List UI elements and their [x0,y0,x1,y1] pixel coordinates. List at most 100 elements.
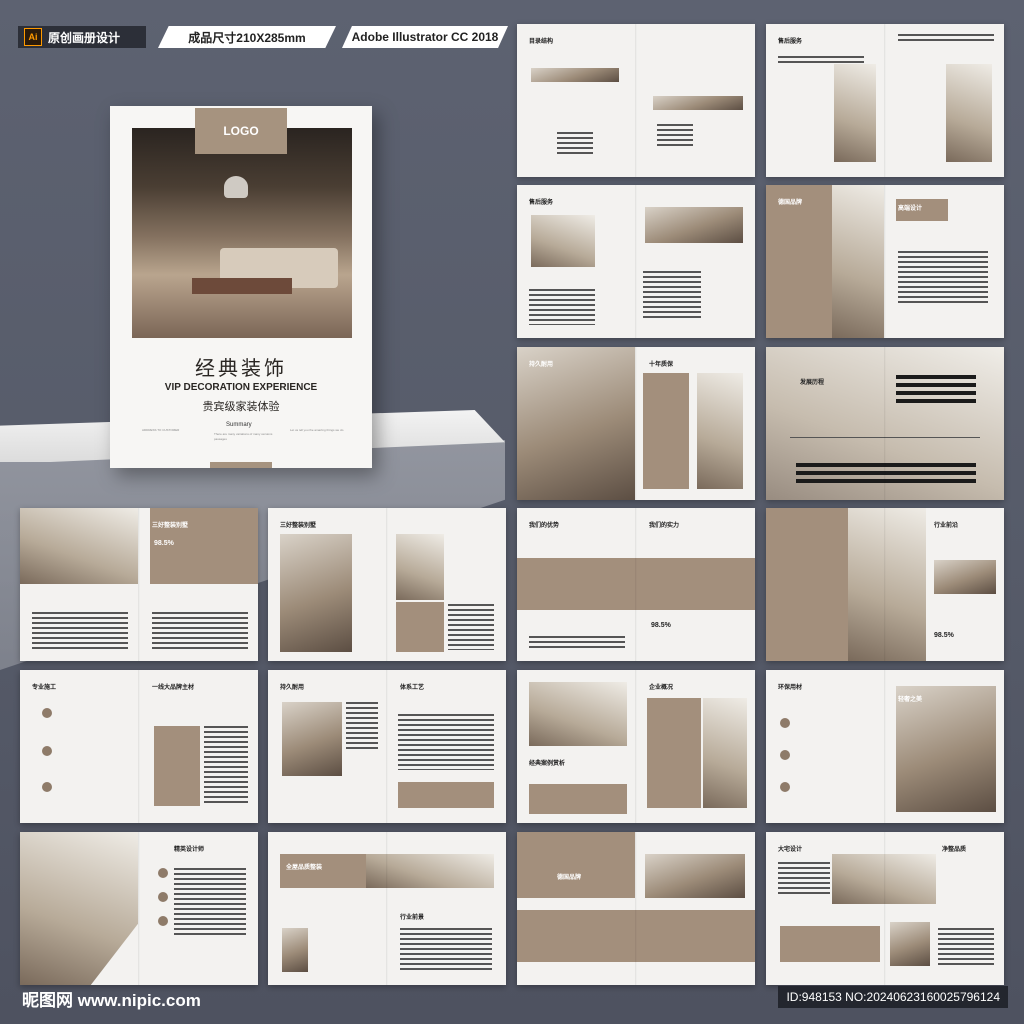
spread-photo [20,832,138,985]
spread-photo [834,64,876,162]
spread-photo [396,534,444,600]
spread-photo [366,854,494,888]
spread-title: 德国品牌 [557,875,582,881]
text-block [898,34,994,42]
spread-12: 持久耐用 体系工艺 [268,670,506,823]
text-block [346,702,378,752]
spread-title: 三好整装别墅 [280,523,317,529]
spread-title: 售后服务 [778,39,803,45]
tan-panel [766,185,832,338]
watermark-site: 昵图网 www.nipic.com [22,991,201,1010]
spread-photo [832,185,884,338]
spread-15: 精英设计师 [20,832,258,985]
tag1-label: 原创画册设计 [48,30,121,45]
tan-column [643,373,689,489]
feature-icon [780,782,790,792]
spread-photo [896,686,996,812]
spread-title-right: 高端设计 [898,206,923,212]
illustrator-icon: Ai [24,28,42,46]
text-block [204,726,248,806]
spread-18: 大宅设计 净整品质 [766,832,1004,985]
spread-photo [703,698,747,808]
spread-photo [280,534,352,652]
text-block [938,928,994,966]
spread-10: 行业前沿 98.5% [766,508,1004,661]
text-block [896,375,976,407]
spread-photo [697,373,743,489]
brochure-cover: LOGO 经典装饰 VIP DECORATION EXPERIENCE 贵宾级家… [110,106,372,468]
tan-block [396,602,444,652]
spread-title-right: 轻奢之美 [898,697,923,703]
cover-fine-left: ADDRESS TO CUSTOMER [142,428,180,432]
percent-stat: 98.5% [154,540,174,547]
spread-14: 环保用材 轻奢之美 [766,670,1004,823]
spread-photo [645,207,743,243]
spread-photo [848,508,926,661]
text-block [643,271,701,321]
feature-icon [780,718,790,728]
spread-photo [282,702,342,776]
spread-title: 全屋品质整装 [286,865,323,871]
tan-block [529,784,627,814]
spread-2: 售后服务 [766,24,1004,177]
spread-photo [282,928,308,972]
spread-title: 目录结构 [529,39,554,45]
tag3-label: Adobe Illustrator CC 2018 [351,30,499,44]
spread-photo [934,560,996,594]
tan-band [398,782,494,808]
tan-panel [517,832,635,898]
text-block [778,56,864,64]
cover-photo [132,128,352,338]
timeline-line [790,437,980,438]
spread-photo [645,854,745,898]
cover-fine-mid: There are many variations of many versio… [214,432,273,441]
spread-6: 发展历程 [766,347,1004,500]
spread-photo [946,64,992,162]
spread-photo [20,508,138,584]
spread-title-right: 净整品质 [942,847,967,853]
spread-7: 三好整装别墅 98.5% [20,508,258,661]
spread-title: 售后服务 [529,200,554,206]
spread-photo [531,215,595,267]
spread-photo [517,347,635,500]
spread-photo [529,682,627,746]
feature-icon [42,782,52,792]
feature-icon [42,708,52,718]
spread-title: 环保用材 [778,685,803,691]
spread-title: 发展历程 [800,380,825,386]
spread-title: 经典案例赏析 [529,761,566,767]
cover-logo: LOGO [195,108,287,154]
spread-photo [890,922,930,966]
spread-title: 德国品牌 [778,200,803,206]
tan-label-box [280,854,366,888]
tan-band [517,910,755,962]
spread-3: 售后服务 [517,185,755,338]
text-block [152,612,248,652]
spread-title: 大宅设计 [778,847,803,853]
percent-stat: 98.5% [651,622,671,629]
text-block [557,132,593,154]
text-block [778,862,830,894]
feature-icon [158,892,168,902]
tan-column [647,698,701,808]
spread-9: 我们的优势 我们的实力 98.5% [517,508,755,661]
tan-band [517,558,755,610]
spread-title-right: 精英设计师 [174,847,205,853]
spread-11: 专业施工 一线大品牌主材 [20,670,258,823]
spread-title: 我们的优势 [529,523,560,529]
percent-stat: 98.5% [934,632,954,639]
cover-title-cn: 经典装饰 [195,358,287,380]
text-block [898,251,988,305]
tag-size: 成品尺寸210X285mm [158,26,336,48]
spread-title-right: 行业前景 [400,915,425,921]
text-block [398,714,494,770]
spread-title-right: 行业前沿 [934,523,959,529]
cover-summary-label: Summary [226,422,252,428]
spread-photo [653,96,743,110]
lamp-shape [224,176,248,198]
spread-photo [531,68,619,82]
text-block [174,868,246,938]
tan-block [154,726,200,806]
text-block [448,604,494,650]
text-block [529,289,595,325]
